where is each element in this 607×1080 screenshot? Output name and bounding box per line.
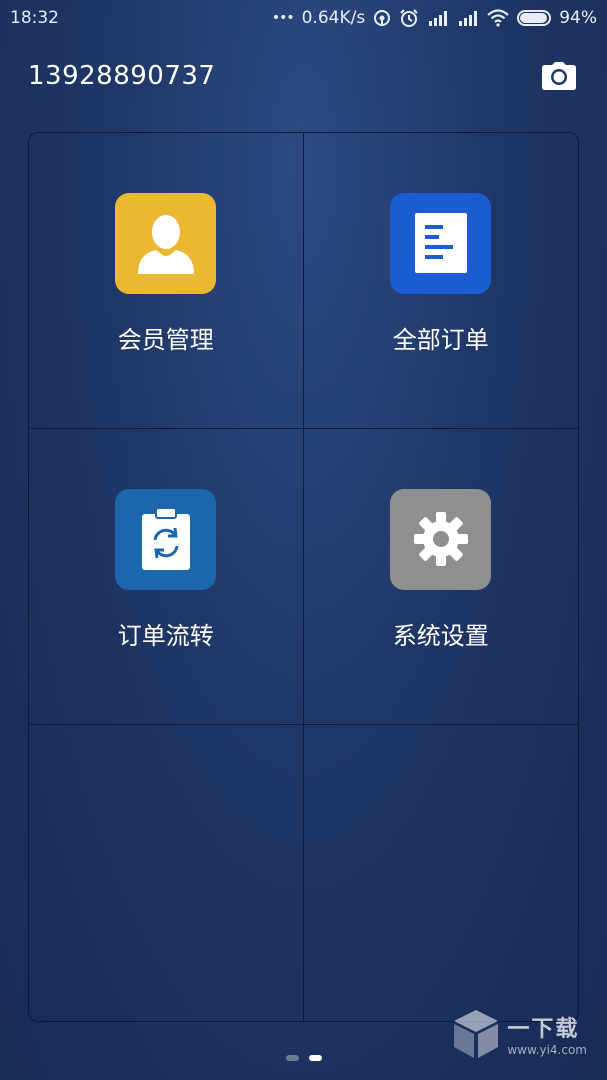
battery-percent: 94% — [559, 8, 597, 28]
menu-label: 系统设置 — [392, 621, 489, 650]
more-notifications-icon: ••• — [271, 10, 295, 26]
orders-tile — [390, 192, 492, 294]
document-icon — [414, 213, 467, 273]
watermark-title: 一下载 — [507, 1017, 580, 1042]
menu-label: 全部订单 — [392, 325, 489, 354]
menu-member-management[interactable]: 会员管理 — [29, 133, 304, 429]
gear-icon — [413, 512, 468, 566]
menu-label: 会员管理 — [117, 325, 214, 354]
page-dot-active[interactable] — [308, 1055, 322, 1061]
camera-icon — [542, 62, 576, 90]
hd-signal-icon — [427, 9, 449, 27]
menu-empty-slot — [304, 725, 579, 1021]
menu-empty-slot — [29, 725, 304, 1021]
page-indicator — [0, 1055, 607, 1061]
watermark: 一下载 www.yi4.com — [451, 1008, 587, 1060]
header: 13928890737 — [28, 56, 579, 96]
signal-icon — [457, 9, 479, 27]
menu-system-settings[interactable]: 系统设置 — [303, 429, 578, 725]
network-speed: 0.64K/s — [301, 8, 366, 28]
person-icon — [137, 215, 194, 274]
clipboard-refresh-icon — [141, 507, 190, 570]
menu-grid: 会员管理 全部订单 订单流转 系统设置 — [28, 132, 579, 1022]
menu-label: 订单流转 — [117, 621, 214, 650]
order-flow-tile — [115, 488, 217, 590]
menu-order-flow[interactable]: 订单流转 — [29, 429, 304, 725]
menu-all-orders[interactable]: 全部订单 — [303, 133, 578, 429]
cube-logo-icon — [454, 1010, 499, 1058]
alarm-icon — [399, 8, 419, 28]
hotspot-icon — [373, 9, 391, 27]
camera-button[interactable] — [539, 58, 579, 94]
member-tile — [115, 192, 217, 294]
battery-fill — [520, 13, 547, 23]
page-dot[interactable] — [285, 1055, 299, 1061]
phone-number: 13928890737 — [28, 61, 216, 91]
battery-icon — [517, 10, 552, 26]
status-indicators: ••• 0.64K/s 94% — [272, 8, 597, 28]
status-time: 18:32 — [10, 8, 59, 28]
wifi-icon — [487, 9, 509, 27]
settings-tile — [390, 488, 492, 590]
status-bar: 18:32 ••• 0.64K/s 94% — [0, 0, 607, 36]
